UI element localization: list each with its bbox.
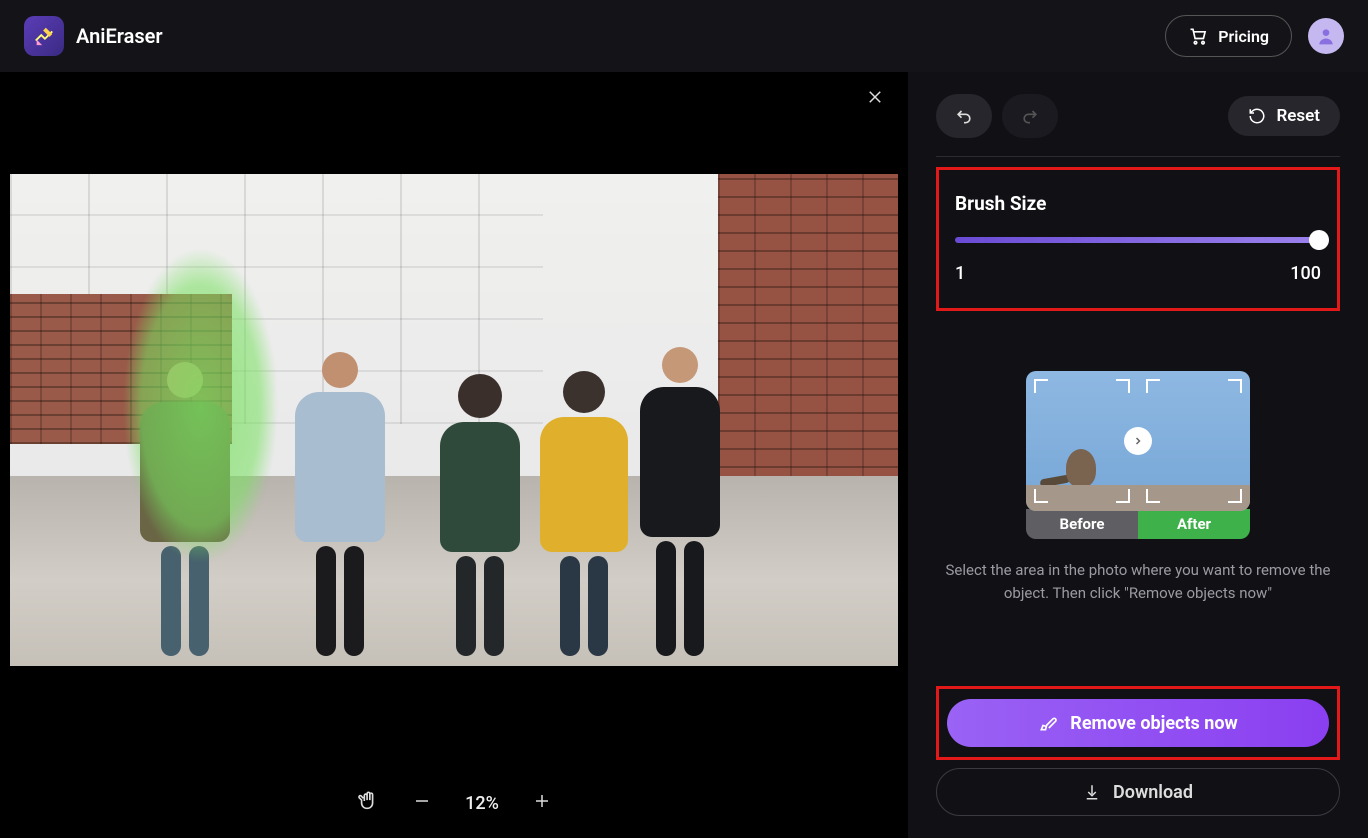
- photo-person-3: [440, 374, 520, 656]
- user-icon: [1316, 26, 1336, 46]
- preview-image: [1026, 371, 1250, 511]
- redo-icon: [1020, 106, 1040, 126]
- brush-size-panel: Brush Size 1 100: [936, 167, 1340, 311]
- preview-before-label: Before: [1026, 509, 1138, 539]
- bottom-actions: Remove objects now Download: [936, 686, 1340, 816]
- logo-icon: [24, 16, 64, 56]
- download-icon: [1083, 783, 1101, 801]
- close-icon[interactable]: [866, 88, 884, 110]
- remove-label: Remove objects now: [1070, 713, 1237, 734]
- pan-hand-icon[interactable]: [357, 790, 379, 817]
- history-actions: Reset: [936, 94, 1340, 138]
- brush-min: 1: [955, 263, 965, 284]
- reset-button[interactable]: Reset: [1228, 96, 1340, 136]
- photo-person-1: [140, 362, 230, 656]
- avatar[interactable]: [1308, 18, 1344, 54]
- header-actions: Pricing: [1165, 15, 1344, 57]
- redo-button[interactable]: [1002, 94, 1058, 138]
- pricing-label: Pricing: [1218, 27, 1269, 46]
- photo-person-4: [540, 371, 628, 656]
- zoom-out-button[interactable]: [413, 792, 431, 815]
- app-header: AniEraser Pricing: [0, 0, 1368, 72]
- image-stage[interactable]: [0, 72, 908, 768]
- pricing-button[interactable]: Pricing: [1165, 15, 1292, 57]
- reset-icon: [1248, 107, 1266, 125]
- preview-before: [1026, 371, 1138, 511]
- brush-icon: [1038, 713, 1058, 733]
- brush-max: 100: [1290, 263, 1321, 284]
- zoom-percent: 12%: [465, 793, 499, 814]
- preview-after: [1138, 371, 1250, 511]
- remove-highlight-box: Remove objects now: [936, 686, 1340, 760]
- preview: Before After Select the area in the phot…: [936, 371, 1340, 606]
- brush-size-title: Brush Size: [955, 192, 1321, 215]
- divider: [936, 156, 1340, 157]
- brush-size-slider[interactable]: [955, 237, 1321, 243]
- zoom-in-button[interactable]: [533, 792, 551, 815]
- main: 12% Reset Brush Size: [0, 72, 1368, 838]
- zoom-controls: 12%: [0, 768, 908, 838]
- photo-person-5: [640, 347, 720, 656]
- logo[interactable]: AniEraser: [24, 16, 163, 56]
- hint-text: Select the area in the photo where you w…: [936, 559, 1340, 606]
- download-button[interactable]: Download: [936, 768, 1340, 816]
- slider-thumb[interactable]: [1309, 230, 1329, 250]
- undo-icon: [954, 106, 974, 126]
- sidebar: Reset Brush Size 1 100: [908, 72, 1368, 838]
- chevron-right-icon: [1124, 427, 1152, 455]
- undo-button[interactable]: [936, 94, 992, 138]
- canvas-area: 12%: [0, 72, 908, 838]
- photo-canvas[interactable]: [10, 174, 898, 666]
- reset-label: Reset: [1276, 106, 1320, 126]
- photo-person-2: [295, 352, 385, 656]
- app-title: AniEraser: [76, 24, 163, 48]
- cart-icon: [1188, 26, 1208, 46]
- download-label: Download: [1113, 782, 1193, 803]
- remove-objects-button[interactable]: Remove objects now: [947, 699, 1329, 747]
- preview-after-label: After: [1138, 509, 1250, 539]
